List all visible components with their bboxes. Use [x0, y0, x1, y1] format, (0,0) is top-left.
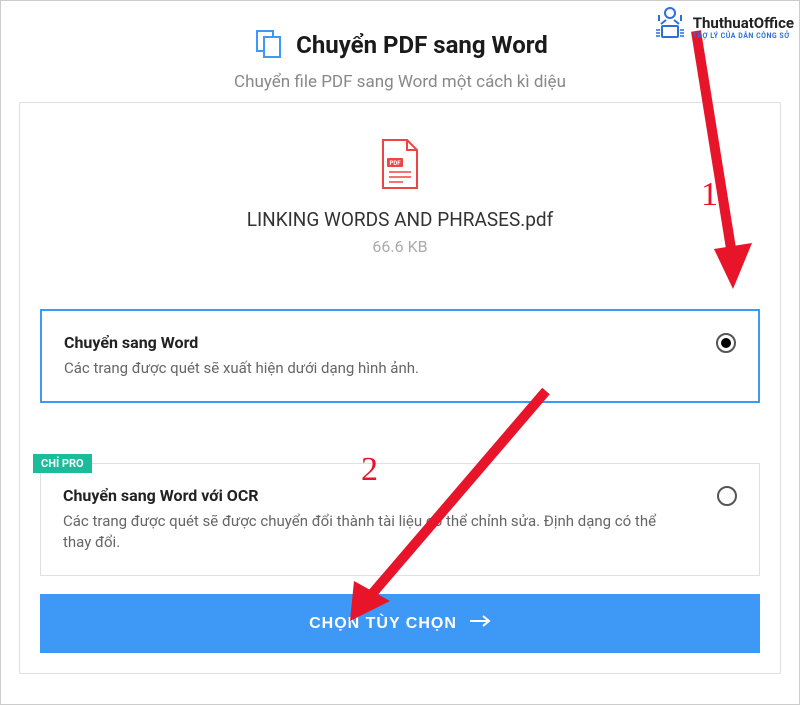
annotation-number-1: 1	[701, 176, 718, 214]
arrow-right-icon	[469, 614, 491, 633]
option-radio-selected[interactable]	[716, 333, 736, 353]
option-convert-word-ocr[interactable]: CHỈ PRO Chuyển sang Word với OCR Các tra…	[40, 463, 760, 576]
content-box: PDF LINKING WORDS AND PHRASES.pdf 66.6 K…	[19, 102, 781, 674]
option-radio-unselected[interactable]	[717, 486, 737, 506]
option-convert-word[interactable]: Chuyển sang Word Các trang được quét sẽ …	[40, 309, 760, 403]
file-name: LINKING WORDS AND PHRASES.pdf	[40, 208, 760, 231]
choose-option-button[interactable]: CHỌN TÙY CHỌN	[40, 594, 760, 653]
svg-text:PDF: PDF	[389, 160, 401, 167]
pdf-file-icon: PDF	[379, 175, 421, 194]
file-info: PDF LINKING WORDS AND PHRASES.pdf 66.6 K…	[40, 133, 760, 291]
watermark-sub: TRỢ LÝ CỦA DÂN CÔNG SỞ	[693, 32, 794, 40]
annotation-number-2: 2	[361, 451, 378, 489]
watermark-person-icon	[653, 6, 687, 48]
option-desc: Các trang được quét sẽ xuất hiện dưới dạ…	[64, 358, 686, 379]
watermark-brand: ThuthuatOffice	[693, 14, 794, 32]
page-subtitle: Chuyển file PDF sang Word một cách kì di…	[21, 72, 779, 92]
page-title: Chuyển PDF sang Word	[296, 31, 548, 59]
option-title: Chuyển sang Word	[64, 333, 686, 352]
action-button-label: CHỌN TÙY CHỌN	[309, 615, 457, 633]
copy-docs-icon	[252, 26, 286, 64]
pro-badge: CHỈ PRO	[33, 454, 92, 473]
option-desc: Các trang được quét sẽ được chuyển đổi t…	[63, 511, 687, 553]
file-size: 66.6 KB	[40, 237, 760, 256]
watermark-logo: ThuthuatOffice TRỢ LÝ CỦA DÂN CÔNG SỞ	[653, 6, 794, 48]
